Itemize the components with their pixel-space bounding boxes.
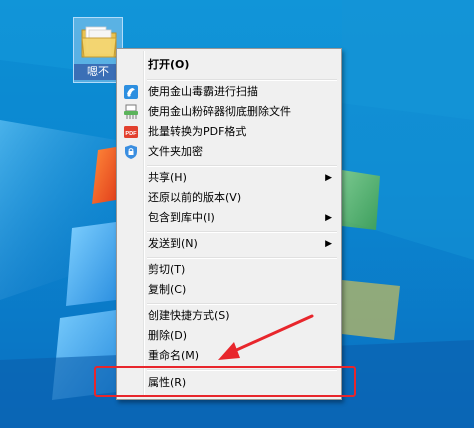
shredder-icon	[124, 104, 138, 119]
menu-item-scan-virus[interactable]: 使用金山毒霸进行扫描	[120, 82, 338, 102]
pdf-icon-text: PDF	[125, 131, 137, 137]
menu-item-share[interactable]: 共享(H) ▶	[120, 168, 338, 188]
submenu-arrow-icon: ▶	[325, 173, 332, 183]
menu-item-to-pdf-label: 批量转换为PDF格式	[148, 125, 247, 138]
menu-item-restore-label: 还原以前的版本(V)	[148, 191, 242, 204]
menu-item-restore[interactable]: 还原以前的版本(V)	[120, 188, 338, 208]
menu-item-send-to-label: 发送到(N)	[148, 237, 198, 250]
duba-antivirus-icon	[124, 85, 138, 99]
menu-item-create-shortcut-label: 创建快捷方式(S)	[148, 309, 230, 322]
menu-separator	[147, 165, 337, 167]
menu-item-cut[interactable]: 剪切(T)	[120, 260, 338, 280]
menu-item-include-library-label: 包含到库中(I)	[148, 211, 215, 224]
menu-item-include-library[interactable]: 包含到库中(I) ▶	[120, 208, 338, 228]
menu-item-shred-label: 使用金山粉碎器彻底删除文件	[148, 105, 291, 118]
menu-item-rename[interactable]: 重命名(M)	[120, 346, 338, 366]
menu-separator	[147, 303, 337, 305]
menu-item-delete[interactable]: 删除(D)	[120, 326, 338, 346]
menu-item-cut-label: 剪切(T)	[148, 263, 186, 276]
menu-item-share-label: 共享(H)	[148, 171, 187, 184]
menu-item-copy-label: 复制(C)	[148, 283, 187, 296]
menu-item-encrypt[interactable]: 文件夹加密	[120, 142, 338, 162]
menu-item-delete-label: 删除(D)	[148, 329, 188, 342]
menu-item-copy[interactable]: 复制(C)	[120, 280, 338, 300]
desktop: 嗯不 打开(O) 使用金山毒霸进行扫描 使用金山粉碎器彻底删除文件 PDF 批量…	[0, 0, 474, 428]
menu-item-open[interactable]: 打开(O)	[120, 55, 338, 75]
menu-item-encrypt-label: 文件夹加密	[148, 145, 203, 158]
menu-item-scan-virus-label: 使用金山毒霸进行扫描	[148, 85, 258, 98]
menu-item-rename-label: 重命名(M)	[148, 349, 200, 362]
menu-item-create-shortcut[interactable]: 创建快捷方式(S)	[120, 306, 338, 326]
pdf-icon: PDF	[124, 126, 138, 138]
menu-item-shred[interactable]: 使用金山粉碎器彻底删除文件	[120, 102, 338, 122]
shield-lock-icon	[125, 145, 137, 159]
submenu-arrow-icon: ▶	[325, 239, 332, 249]
menu-separator	[147, 79, 337, 81]
submenu-arrow-icon: ▶	[325, 213, 332, 223]
menu-item-send-to[interactable]: 发送到(N) ▶	[120, 234, 338, 254]
menu-separator	[147, 231, 337, 233]
menu-separator	[147, 257, 337, 259]
desktop-icon-caption: 嗯不	[74, 64, 122, 80]
folder-icon	[81, 26, 117, 58]
context-menu: 打开(O) 使用金山毒霸进行扫描 使用金山粉碎器彻底删除文件 PDF 批量转换为…	[116, 48, 342, 400]
menu-item-open-label: 打开(O)	[148, 58, 190, 71]
annotation-highlight-box	[94, 366, 356, 397]
menu-item-to-pdf[interactable]: PDF 批量转换为PDF格式	[120, 122, 338, 142]
